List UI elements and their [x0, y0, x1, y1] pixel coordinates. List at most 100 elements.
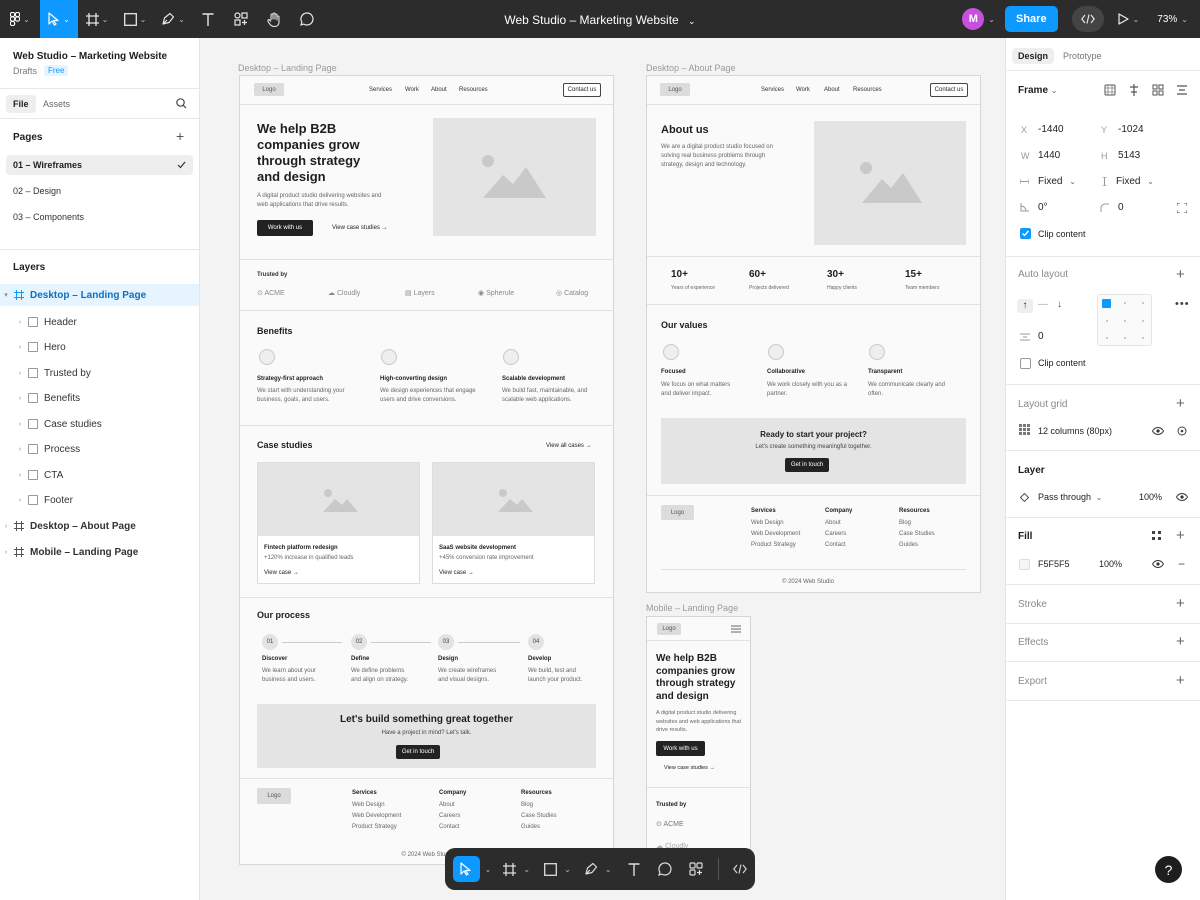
page-item[interactable]: 03 – Components	[13, 212, 84, 222]
chevron-down-icon[interactable]: ⌄	[523, 865, 530, 874]
file-title[interactable]: Web Studio – Marketing Website	[504, 13, 678, 27]
layer-hero[interactable]: › Hero	[0, 336, 199, 358]
add-auto-layout-button[interactable]: +	[1176, 267, 1185, 282]
grid-icon[interactable]	[1019, 424, 1030, 435]
gap-input[interactable]: 0	[1038, 331, 1044, 342]
eye-icon[interactable]	[1176, 493, 1188, 501]
style-icon[interactable]	[1177, 426, 1187, 436]
frame-label[interactable]: Desktop – About Page	[646, 63, 736, 73]
alignment-grid[interactable]	[1097, 294, 1152, 346]
add-export-button[interactable]: +	[1176, 673, 1185, 688]
width-sizing-dropdown[interactable]: Fixed ⌄	[1038, 176, 1076, 187]
more-options-icon[interactable]: •••	[1175, 298, 1190, 310]
add-fill-button[interactable]: +	[1176, 528, 1185, 543]
chevron-down-icon[interactable]: ⌄	[153, 50, 160, 59]
style-picker-icon[interactable]	[1152, 531, 1161, 540]
layer-desktop-landing[interactable]: ▾ Desktop – Landing Page	[0, 284, 199, 306]
frame-desktop-about[interactable]: Logo Services Work About Resources Conta…	[646, 75, 981, 593]
layer-benefits[interactable]: › Benefits	[0, 387, 199, 409]
shape-tool-button[interactable]	[542, 856, 559, 882]
file-location[interactable]: Drafts	[13, 66, 37, 76]
rotation-input[interactable]: 0°	[1038, 202, 1048, 213]
layer-desktop-about[interactable]: › Desktop – About Page	[0, 515, 199, 537]
comment-tool-button[interactable]	[654, 856, 675, 882]
layer-case-studies[interactable]: › Case studies	[0, 413, 199, 435]
text-tool-button[interactable]	[192, 0, 224, 38]
components-icon[interactable]	[1152, 84, 1164, 96]
page-item[interactable]: 02 – Design	[13, 186, 61, 196]
tab-prototype[interactable]: Prototype	[1063, 51, 1102, 61]
chevron-down-icon[interactable]: ⌄	[564, 865, 571, 874]
main-menu-button[interactable]: ⌄	[0, 0, 40, 38]
clip-content-checkbox[interactable]	[1020, 228, 1031, 239]
resize-to-fit-icon[interactable]	[1176, 84, 1188, 96]
caret-right-icon[interactable]: ›	[16, 319, 24, 326]
caret-right-icon[interactable]: ›	[2, 523, 10, 530]
layer-footer[interactable]: › Footer	[0, 489, 199, 511]
dev-mode-button[interactable]	[729, 856, 750, 882]
hand-tool-button[interactable]	[258, 0, 290, 38]
chevron-down-icon[interactable]: ⌄	[485, 865, 492, 874]
radius-input[interactable]: 0	[1118, 202, 1124, 213]
frame-tool-button[interactable]: ⌄	[78, 0, 116, 38]
align-icon[interactable]	[1128, 84, 1140, 96]
add-effect-button[interactable]: +	[1176, 634, 1185, 649]
frame-tool-button[interactable]	[501, 856, 518, 882]
layer-cta[interactable]: › CTA	[0, 464, 199, 486]
frame-selection-icon[interactable]	[1104, 84, 1116, 96]
chevron-down-icon[interactable]: ⌄	[688, 16, 696, 26]
actions-tool-button[interactable]	[685, 856, 706, 882]
add-stroke-button[interactable]: +	[1176, 596, 1185, 611]
tab-file[interactable]: File	[6, 95, 36, 113]
clip-content-checkbox-2[interactable]	[1020, 358, 1031, 369]
move-tool-button[interactable]	[453, 856, 480, 882]
comment-tool-button[interactable]	[290, 0, 324, 38]
move-tool-button[interactable]: ⌄	[40, 0, 78, 38]
eye-icon[interactable]	[1152, 427, 1164, 435]
frame-type-dropdown[interactable]: Frame ⌄	[1018, 85, 1058, 96]
direction-horizontal-icon[interactable]: —	[1038, 299, 1048, 310]
caret-right-icon[interactable]: ›	[16, 344, 24, 351]
resources-tool-button[interactable]	[224, 0, 258, 38]
direction-vertical-button[interactable]: ↑	[1017, 299, 1033, 313]
fill-opacity-input[interactable]: 100%	[1099, 559, 1122, 569]
layer-opacity-input[interactable]: 100%	[1139, 492, 1162, 502]
text-tool-button[interactable]	[624, 856, 645, 882]
help-button[interactable]: ?	[1155, 856, 1182, 883]
frame-label[interactable]: Mobile – Landing Page	[646, 603, 738, 613]
caret-right-icon[interactable]: ›	[16, 395, 24, 402]
tab-assets[interactable]: Assets	[43, 99, 70, 109]
frame-label[interactable]: Desktop – Landing Page	[238, 63, 337, 73]
grid-value[interactable]: 12 columns (80px)	[1038, 426, 1112, 436]
caret-right-icon[interactable]: ›	[16, 497, 24, 504]
avatar[interactable]: M	[962, 8, 985, 30]
present-button[interactable]: ⌄	[1117, 13, 1139, 25]
caret-right-icon[interactable]: ›	[16, 472, 24, 479]
fill-swatch[interactable]	[1019, 559, 1030, 570]
direction-down-icon[interactable]: ↓	[1057, 299, 1062, 310]
file-name[interactable]: Web Studio – Marketing Website	[13, 51, 167, 62]
chevron-down-icon[interactable]: ⌄	[605, 865, 612, 874]
caret-right-icon[interactable]: ›	[16, 446, 24, 453]
add-layout-grid-button[interactable]: +	[1176, 396, 1185, 411]
pen-tool-button[interactable]: ⌄	[154, 0, 192, 38]
blend-mode-dropdown[interactable]: Pass through ⌄	[1038, 492, 1102, 502]
tab-design[interactable]: Design	[1012, 48, 1055, 64]
y-input[interactable]: -1024	[1118, 124, 1144, 135]
height-input[interactable]: 5143	[1118, 150, 1140, 161]
caret-right-icon[interactable]: ›	[2, 549, 10, 556]
dev-mode-button[interactable]	[1071, 6, 1104, 32]
zoom-dropdown[interactable]: 73% ⌄	[1157, 14, 1188, 25]
add-page-button[interactable]: +	[176, 128, 184, 144]
search-icon[interactable]	[176, 98, 187, 109]
height-sizing-dropdown[interactable]: Fixed ⌄	[1116, 176, 1154, 187]
shape-tool-button[interactable]: ⌄	[116, 0, 154, 38]
layer-trusted-by[interactable]: › Trusted by	[0, 362, 199, 384]
remove-fill-button[interactable]: −	[1178, 557, 1185, 571]
pen-tool-button[interactable]	[583, 856, 600, 882]
frame-mobile-landing[interactable]: Logo We help B2B companies grow through …	[646, 616, 751, 856]
fill-hex-input[interactable]: F5F5F5	[1038, 559, 1070, 569]
caret-down-icon[interactable]: ▾	[2, 291, 10, 299]
x-input[interactable]: -1440	[1038, 124, 1064, 135]
caret-right-icon[interactable]: ›	[16, 370, 24, 377]
